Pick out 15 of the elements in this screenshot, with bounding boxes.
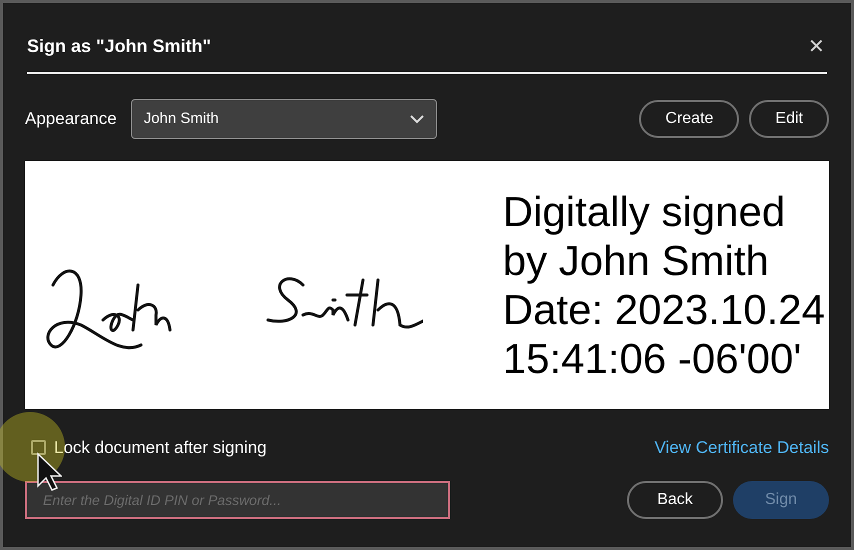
signature-info-line: by John Smith: [502, 236, 770, 285]
signature-info-line: Date: 2023.10.24: [502, 285, 825, 334]
appearance-dropdown[interactable]: John Smith: [130, 99, 437, 139]
edit-button[interactable]: Edit: [749, 100, 829, 138]
pointer-cursor-icon: [36, 452, 62, 492]
dialog-title: Sign as "John Smith": [27, 35, 212, 58]
signature-info-line: Digitally signed: [502, 187, 786, 236]
close-button[interactable]: ✕: [808, 36, 827, 56]
back-button[interactable]: Back: [627, 480, 723, 518]
lock-label: Lock document after signing: [54, 437, 267, 459]
chevron-down-icon: [410, 114, 424, 124]
create-button[interactable]: Create: [639, 100, 740, 138]
signature-info-line: 15:41:06 -06'00': [502, 334, 802, 383]
appearance-label: Appearance: [25, 108, 117, 130]
view-certificate-link[interactable]: View Certificate Details: [654, 435, 829, 460]
